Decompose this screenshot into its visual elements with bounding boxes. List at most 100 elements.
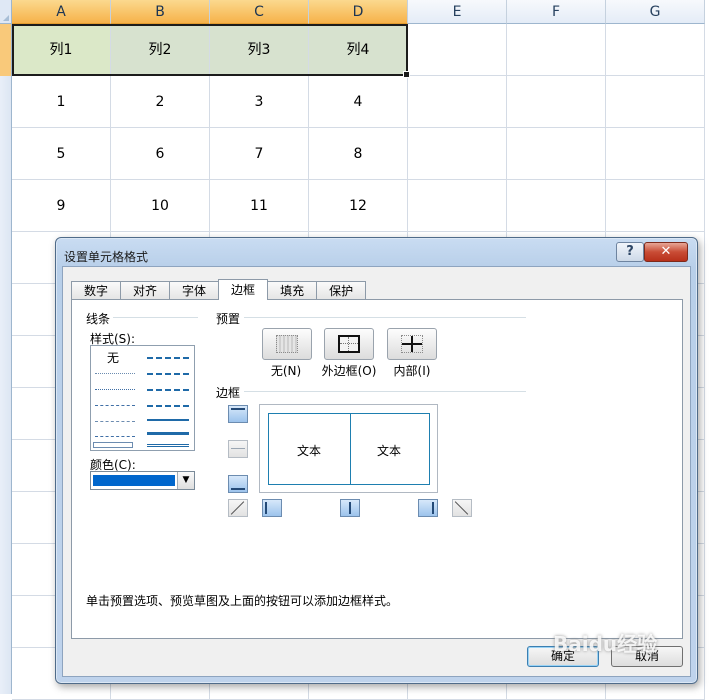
border-top-button[interactable] — [228, 405, 248, 423]
preset-inside-button[interactable] — [387, 328, 437, 360]
select-all-corner[interactable] — [0, 0, 12, 24]
cell[interactable] — [606, 128, 705, 180]
help-button[interactable]: ? — [616, 242, 644, 262]
border-inside-horizontal-button[interactable] — [228, 440, 248, 458]
cell[interactable]: 9 — [12, 180, 111, 232]
line-style-dash-dot[interactable] — [95, 421, 135, 422]
border-group-line — [244, 391, 526, 392]
cell[interactable]: 1 — [12, 76, 111, 128]
cell[interactable]: 列4 — [309, 24, 408, 76]
line-style-none[interactable]: 无 — [107, 349, 119, 366]
cell[interactable]: 12 — [309, 180, 408, 232]
watermark: Baidu经验 — [553, 632, 658, 656]
border-diagonal-down-button[interactable] — [452, 499, 472, 517]
cell[interactable] — [606, 24, 705, 76]
selected-row-header[interactable] — [0, 24, 11, 76]
line-style-medium[interactable] — [147, 419, 189, 421]
format-cells-dialog: 设置单元格格式 ? ✕ 数字 对齐 字体 边框 填充 保护 线条 样式(S): 无 — [55, 237, 698, 684]
preview-text-right: 文本 — [376, 444, 401, 458]
line-style-thick[interactable] — [147, 432, 189, 435]
line-style-double[interactable] — [147, 444, 189, 447]
row-headers[interactable] — [0, 24, 12, 694]
border-left-button[interactable] — [262, 499, 282, 517]
chevron-down-icon[interactable]: ▼ — [177, 472, 194, 489]
border-diagonal-up-button[interactable] — [228, 499, 248, 517]
line-style-medium-dash-dot[interactable] — [147, 389, 189, 391]
cell[interactable] — [408, 128, 507, 180]
cell[interactable] — [606, 180, 705, 232]
tab-5[interactable]: 保护 — [316, 281, 367, 300]
tab-4[interactable]: 填充 — [267, 281, 318, 300]
tab-2[interactable]: 字体 — [169, 281, 220, 300]
border-tab-panel: 线条 样式(S): 无 颜色(C): ▼ 预置 无(N) 外边框(O) 内部(I… — [71, 299, 683, 639]
line-style-thin-selected[interactable] — [93, 442, 133, 448]
presets-title: 预置 — [216, 310, 244, 327]
column-header[interactable]: B — [111, 0, 210, 24]
cell[interactable] — [507, 180, 606, 232]
cell[interactable]: 7 — [210, 128, 309, 180]
lines-group-title: 线条 — [86, 310, 114, 327]
preset-inside-label: 内部(I) — [393, 364, 431, 378]
tab-0[interactable]: 数字 — [71, 281, 122, 300]
cell[interactable] — [408, 76, 507, 128]
color-swatch — [93, 475, 175, 486]
column-header[interactable]: D — [309, 0, 408, 24]
close-button[interactable]: ✕ — [644, 242, 688, 262]
line-style-dotted[interactable] — [95, 389, 135, 390]
cell[interactable] — [507, 128, 606, 180]
table-row: 5678 — [12, 128, 705, 180]
preview-text-left: 文本 — [296, 444, 321, 458]
preset-none-icon — [276, 335, 298, 353]
cell[interactable]: 10 — [111, 180, 210, 232]
cell[interactable]: 3 — [210, 76, 309, 128]
table-row: 列1 列2 列3 列4 — [12, 24, 705, 76]
line-style-dash-dot-dot[interactable] — [95, 405, 135, 406]
tab-3[interactable]: 边框 — [218, 279, 269, 300]
column-header[interactable]: A — [12, 0, 111, 24]
preset-none-button[interactable] — [262, 328, 312, 360]
cell[interactable]: 4 — [309, 76, 408, 128]
dialog-title: 设置单元格格式 — [64, 250, 149, 264]
cell[interactable]: 11 — [210, 180, 309, 232]
cell[interactable]: 8 — [309, 128, 408, 180]
preview-inside-vertical-line — [350, 414, 351, 484]
line-style-medium-dash-dot-dot[interactable] — [147, 357, 189, 359]
cell[interactable]: 列1 — [12, 24, 111, 76]
preset-inside-icon — [401, 335, 423, 353]
tab-1[interactable]: 对齐 — [120, 281, 171, 300]
cell[interactable] — [408, 24, 507, 76]
border-right-button[interactable] — [418, 499, 438, 517]
line-style-hair[interactable] — [95, 373, 135, 374]
preset-outline-icon — [338, 335, 360, 353]
presets-group-line — [244, 317, 526, 318]
hint-text: 单击预置选项、预览草图及上面的按钮可以添加边框样式。 — [86, 594, 399, 608]
line-style-slant-dash-dot[interactable] — [147, 373, 189, 375]
border-preview[interactable]: 文本 文本 — [259, 404, 438, 493]
table-row: 9 10 11 12 — [12, 180, 705, 232]
cell[interactable] — [408, 180, 507, 232]
cell[interactable]: 2 — [111, 76, 210, 128]
line-style-list[interactable]: 无 — [90, 345, 195, 451]
cell[interactable]: 5 — [12, 128, 111, 180]
column-header[interactable]: F — [507, 0, 606, 24]
column-header[interactable]: C — [210, 0, 309, 24]
preset-outline-button[interactable] — [324, 328, 374, 360]
cell[interactable] — [606, 76, 705, 128]
border-inside-vertical-button[interactable] — [340, 499, 360, 517]
cell[interactable]: 6 — [111, 128, 210, 180]
line-style-dashed[interactable] — [95, 436, 135, 437]
cell[interactable] — [507, 76, 606, 128]
tab-bar: 数字 对齐 字体 边框 填充 保护 — [71, 279, 367, 300]
column-header[interactable]: G — [606, 0, 705, 24]
line-style-medium-dashed[interactable] — [147, 405, 189, 407]
cell[interactable]: 列2 — [111, 24, 210, 76]
column-header[interactable]: E — [408, 0, 507, 24]
cell[interactable] — [507, 24, 606, 76]
cell[interactable]: 列3 — [210, 24, 309, 76]
column-headers: ABCDEFG — [12, 0, 705, 24]
preset-outline-label: 外边框(O) — [321, 364, 377, 378]
color-dropdown[interactable]: ▼ — [90, 471, 195, 490]
dialog-body: 数字 对齐 字体 边框 填充 保护 线条 样式(S): 无 颜色(C): ▼ 预… — [62, 266, 691, 677]
border-bottom-button[interactable] — [228, 475, 248, 493]
preset-none-label: 无(N) — [270, 364, 302, 378]
